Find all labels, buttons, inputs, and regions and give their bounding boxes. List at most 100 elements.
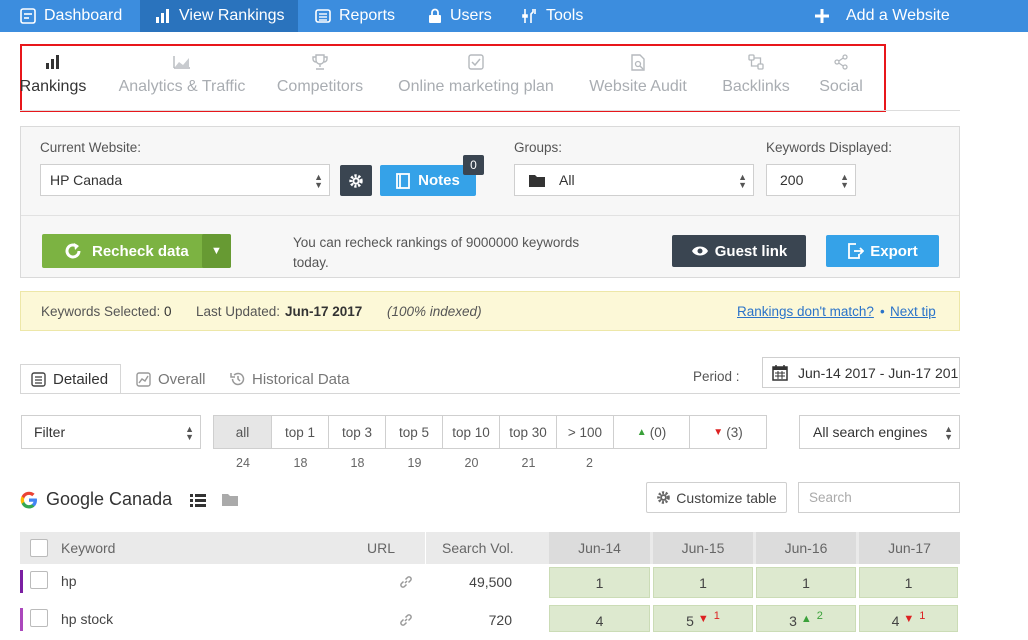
segment-top30[interactable]: top 30 — [500, 416, 557, 448]
calendar-icon — [772, 364, 788, 381]
current-website-value: HP Canada — [50, 172, 123, 188]
notes-button[interactable]: Notes — [380, 165, 476, 196]
bar-chart-icon — [156, 9, 169, 23]
select-arrows-icon: ▲ ▼ — [738, 172, 747, 190]
nav-reports[interactable]: Reports — [315, 0, 395, 32]
recheck-info-text: You can recheck rankings of 9000000 keyw… — [293, 235, 580, 270]
segment-count: 2 — [586, 456, 593, 470]
nav-users[interactable]: Users — [428, 0, 492, 32]
tab-historical-data[interactable]: Historical Data — [230, 364, 350, 394]
tab-overall[interactable]: Overall — [136, 364, 206, 394]
segment-over-100[interactable]: > 100 — [557, 416, 614, 448]
row-checkbox[interactable] — [30, 571, 48, 589]
row-checkbox[interactable] — [30, 609, 48, 627]
last-updated-value: Jun-17 2017 — [285, 304, 363, 319]
tab-marketing-plan[interactable]: Online marketing plan — [394, 46, 558, 110]
tab-competitors[interactable]: Competitors — [274, 46, 366, 110]
row-group-marker — [20, 570, 23, 593]
segment-top5[interactable]: top 5 — [386, 416, 443, 448]
rank-filter-segments: all top 1 top 3 top 5 top 10 top 30 > 10… — [213, 415, 767, 449]
segment-count: 21 — [521, 456, 536, 470]
last-updated-label: Last Updated: — [196, 304, 281, 319]
add-website-button[interactable]: Add a Website — [814, 0, 950, 32]
rank-cell: 1 — [756, 567, 856, 598]
groups-select[interactable]: All ▲ ▼ — [514, 164, 754, 196]
share-icon — [814, 46, 868, 74]
segment-count: 19 — [407, 456, 422, 470]
rank-down-icon: ▼ — [697, 613, 709, 625]
segment-top1[interactable]: top 1 — [272, 416, 329, 448]
keywords-selected-value: 0 — [164, 304, 172, 319]
dashboard-icon — [20, 8, 36, 24]
link-icon[interactable] — [398, 574, 414, 590]
select-arrows-icon: ▲ ▼ — [314, 172, 323, 190]
filter-select[interactable]: Filter ▲ ▼ — [21, 415, 201, 449]
select-all-checkbox[interactable] — [30, 539, 48, 557]
tab-backlinks[interactable]: Backlinks — [720, 46, 792, 110]
column-keyword[interactable]: Keyword — [61, 532, 115, 564]
column-date[interactable]: Jun-17 — [859, 532, 960, 564]
caret-down-icon: ▼ — [211, 245, 222, 257]
rank-value: 1 — [904, 574, 913, 591]
tab-detailed[interactable]: Detailed — [20, 364, 121, 394]
segment-count: 18 — [350, 456, 365, 470]
guest-link-button[interactable]: Guest link — [672, 235, 806, 267]
eye-icon — [691, 246, 708, 256]
rankings-mismatch-link[interactable]: Rankings don't match? — [737, 304, 874, 319]
tab-social[interactable]: Social — [814, 46, 868, 110]
lock-icon — [429, 8, 441, 23]
nav-users-label: Users — [450, 7, 492, 24]
customize-table-button[interactable]: Customize table — [646, 482, 787, 513]
segment-count: 18 — [293, 456, 308, 470]
nav-tools[interactable]: Tools — [522, 0, 583, 32]
recheck-label: Recheck data — [92, 242, 189, 260]
trophy-icon — [274, 46, 366, 74]
column-search-volume[interactable]: Search Vol. — [442, 532, 514, 564]
current-website-select[interactable]: HP Canada ▲ ▼ — [40, 164, 330, 196]
segment-all[interactable]: all — [214, 416, 272, 448]
list-view-icon[interactable] — [190, 493, 207, 507]
checkbox-icon — [394, 46, 558, 74]
export-button[interactable]: Export — [826, 235, 939, 267]
keyword-cell[interactable]: hp stock — [61, 611, 113, 627]
column-url[interactable]: URL — [367, 532, 395, 564]
segment-moved-down[interactable]: ▼ (3) — [690, 416, 766, 448]
search-engines-select[interactable]: All search engines ▲ ▼ — [799, 415, 960, 449]
rank-cell: 5 ▼ 1 — [653, 605, 753, 632]
notes-label: Notes — [418, 172, 460, 189]
gear-icon — [349, 173, 363, 188]
gear-icon — [657, 491, 671, 504]
tab-competitors-label: Competitors — [276, 78, 364, 95]
rank-change: 1 — [919, 610, 926, 622]
segment-moved-up[interactable]: ▲ (0) — [614, 416, 690, 448]
document-search-icon — [586, 46, 690, 74]
tab-website-audit[interactable]: Website Audit — [586, 46, 690, 110]
nav-reports-label: Reports — [339, 7, 396, 24]
search-input[interactable] — [798, 482, 960, 513]
column-date[interactable]: Jun-16 — [756, 532, 856, 564]
tab-detailed-label: Detailed — [53, 370, 109, 388]
nav-view-rankings[interactable]: View Rankings — [140, 0, 298, 32]
column-date[interactable]: Jun-14 — [549, 532, 650, 564]
nav-dashboard[interactable]: Dashboard — [20, 0, 122, 32]
rank-cell: 1 — [653, 567, 753, 598]
keyword-cell[interactable]: hp — [61, 573, 77, 589]
google-icon — [20, 491, 37, 508]
rank-change: 2 — [816, 610, 823, 622]
search-volume-cell: 720 — [488, 612, 512, 628]
tab-analytics-traffic[interactable]: Analytics & Traffic — [116, 46, 248, 110]
rank-value: 1 — [699, 574, 707, 591]
period-date-picker[interactable]: Jun-14 2017 - Jun-17 2017 — [762, 357, 960, 388]
keywords-displayed-select[interactable]: 200 ▲ ▼ — [766, 164, 856, 196]
segment-top10[interactable]: top 10 — [443, 416, 500, 448]
column-date[interactable]: Jun-15 — [653, 532, 753, 564]
link-icon[interactable] — [398, 612, 414, 628]
nav-tools-label: Tools — [546, 7, 584, 24]
segment-top3[interactable]: top 3 — [329, 416, 386, 448]
rank-cell: 1 — [549, 567, 650, 598]
recheck-dropdown-button[interactable]: ▼ — [202, 234, 231, 268]
settings-button[interactable] — [340, 165, 372, 196]
next-tip-link[interactable]: Next tip — [890, 304, 936, 319]
folder-view-icon[interactable] — [222, 493, 239, 506]
tab-rankings[interactable]: Rankings — [18, 46, 88, 110]
